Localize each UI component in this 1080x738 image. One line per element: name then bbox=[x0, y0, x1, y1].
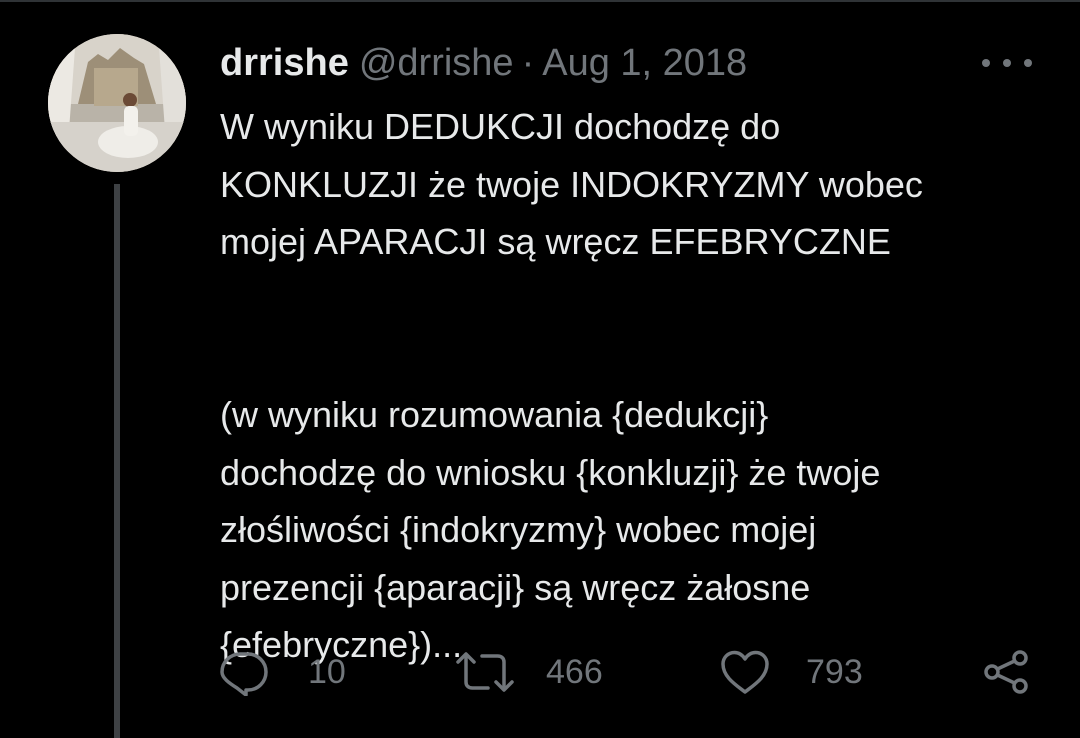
like-count: 793 bbox=[806, 652, 863, 691]
tweet-text-line: (w wyniku rozumowania {dedukcji} bbox=[220, 393, 769, 435]
author-name[interactable]: drrishe bbox=[220, 42, 349, 85]
share-icon bbox=[984, 650, 1028, 694]
header-separator: · bbox=[521, 41, 535, 84]
like-button[interactable]: 793 bbox=[720, 640, 863, 704]
reply-button[interactable]: 10 bbox=[220, 640, 346, 704]
avatar[interactable] bbox=[48, 34, 186, 172]
tweet-text-line: dochodzę do wniosku {konkluzji} że twoje bbox=[220, 451, 881, 493]
tweet-text-line: prezencji {aparacji} są wręcz żałosne bbox=[220, 566, 811, 608]
more-icon[interactable] bbox=[982, 50, 1032, 76]
more-dot bbox=[1003, 59, 1011, 67]
tweet-text-line: złośliwości {indokryzmy} wobec mojej bbox=[220, 509, 817, 551]
tweet-date[interactable]: Aug 1, 2018 bbox=[542, 42, 747, 85]
action-bar: 10 466 793 bbox=[0, 640, 1080, 704]
more-dot bbox=[982, 59, 990, 67]
tweet-text-line: KONKLUZJI że twoje INDOKRYZMY wobec bbox=[220, 163, 923, 205]
reply-count: 10 bbox=[308, 652, 346, 691]
tweet-text-line: W wyniku DEDUKCJI dochodzę do bbox=[220, 106, 781, 147]
top-divider bbox=[0, 0, 1080, 2]
tweet-text: W wyniku DEDUKCJI dochodzę do KONKLUZJI … bbox=[220, 98, 1060, 674]
reply-icon bbox=[220, 652, 268, 696]
share-button[interactable] bbox=[982, 640, 1030, 704]
more-dot bbox=[1024, 59, 1032, 67]
tweet-text-line: mojej APARACJI są wręcz EFEBRYCZNE bbox=[220, 221, 891, 263]
like-icon bbox=[721, 650, 769, 694]
retweet-count: 466 bbox=[546, 652, 603, 691]
author-handle[interactable]: @drrishe bbox=[359, 42, 514, 85]
retweet-button[interactable]: 466 bbox=[456, 640, 603, 704]
retweet-icon bbox=[456, 652, 514, 692]
tweet-header: drrishe @drrishe · Aug 1, 2018 bbox=[220, 38, 747, 88]
avatar-photo bbox=[48, 34, 186, 172]
